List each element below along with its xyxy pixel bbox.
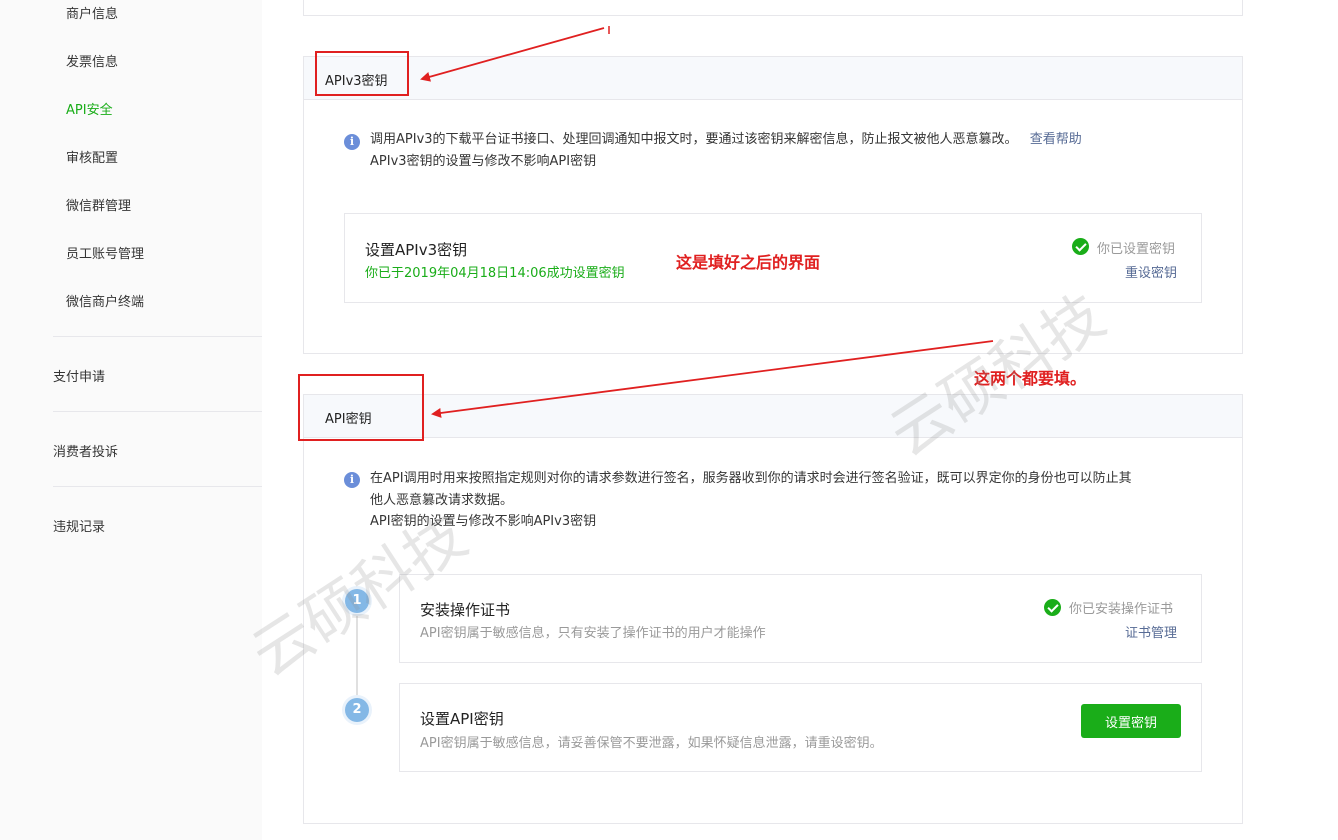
apiv3-panel-header: APIv3密钥 xyxy=(304,57,1242,100)
sidebar-item-staff-accounts[interactable]: 员工账号管理 xyxy=(66,243,144,262)
step-title: 安装操作证书 xyxy=(420,601,511,619)
sidebar-item-api-security[interactable]: API安全 xyxy=(66,99,113,118)
sidebar: 商户信息 发票信息 API安全 审核配置 微信群管理 员工账号管理 微信商户终端… xyxy=(0,0,262,840)
step-subtitle: API密钥属于敏感信息，只有安装了操作证书的用户才能操作 xyxy=(420,626,766,641)
annotation-note-filled: 这是填好之后的界面 xyxy=(676,253,821,272)
sidebar-item-payment-apply[interactable]: 支付申请 xyxy=(53,366,105,385)
cert-manage-link[interactable]: 证书管理 xyxy=(1125,622,1177,641)
step-title: 设置API密钥 xyxy=(420,710,504,728)
apiv3-info: 调用APIv3的下载平台证书接口、处理回调通知中报文时，要通过该密钥来解密信息，… xyxy=(370,129,1230,151)
previous-panel xyxy=(303,0,1243,16)
sidebar-divider xyxy=(53,486,262,487)
apiv3-info-line1: 调用APIv3的下载平台证书接口、处理回调通知中报文时，要通过该密钥来解密信息，… xyxy=(370,132,1018,147)
apiv3-card-title: 设置APIv3密钥 xyxy=(365,241,468,259)
apiv3-info-line2: APIv3密钥的设置与修改不影响API密钥 xyxy=(370,154,597,169)
sidebar-item-merchant-info[interactable]: 商户信息 xyxy=(66,3,118,22)
sidebar-divider xyxy=(53,411,262,412)
step-subtitle: API密钥属于敏感信息，请妥善保管不要泄露，如果怀疑信息泄露，请重设密钥。 xyxy=(420,736,883,751)
sidebar-item-violations[interactable]: 违规记录 xyxy=(53,516,105,535)
step-number: 1 xyxy=(345,589,369,613)
set-key-button[interactable]: 设置密钥 xyxy=(1081,704,1181,738)
cert-status: 你已安装操作证书 xyxy=(1069,602,1174,617)
sidebar-item-merchant-terminal[interactable]: 微信商户终端 xyxy=(66,291,144,310)
apiv3-card-subtitle: 你已于2019年04月18日14:06成功设置密钥 xyxy=(365,266,625,281)
step-number: 2 xyxy=(345,698,369,722)
sidebar-item-complaints[interactable]: 消费者投诉 xyxy=(53,441,118,460)
annotation-box-api xyxy=(298,374,424,441)
api-panel-header: API密钥 xyxy=(304,395,1242,438)
annotation-note-both: 这两个都要填。 xyxy=(974,369,1087,388)
check-icon xyxy=(1044,599,1061,616)
api-info-line1: 在API调用时用来按照指定规则对你的请求参数进行签名，服务器收到你的请求时会进行… xyxy=(370,471,1132,486)
sidebar-item-invoice-info[interactable]: 发票信息 xyxy=(66,51,118,70)
reset-key-link[interactable]: 重设密钥 xyxy=(1125,262,1177,281)
info-icon: i xyxy=(344,472,360,488)
apiv3-status: 你已设置密钥 xyxy=(1097,242,1176,257)
api-info-line2: 他人恶意篡改请求数据。 xyxy=(370,493,514,508)
annotation-box-apiv3 xyxy=(315,51,409,96)
step-connector xyxy=(356,610,358,710)
help-link[interactable]: 查看帮助 xyxy=(1030,132,1082,147)
check-icon xyxy=(1072,238,1089,255)
apiv3-panel: APIv3密钥 xyxy=(303,56,1243,354)
step-card-install-cert xyxy=(399,574,1202,663)
info-icon: i xyxy=(344,134,360,150)
sidebar-item-review-config[interactable]: 审核配置 xyxy=(66,147,118,166)
sidebar-divider xyxy=(53,336,262,337)
sidebar-item-wechat-group[interactable]: 微信群管理 xyxy=(66,195,131,214)
api-info-line3: API密钥的设置与修改不影响APIv3密钥 xyxy=(370,514,597,529)
